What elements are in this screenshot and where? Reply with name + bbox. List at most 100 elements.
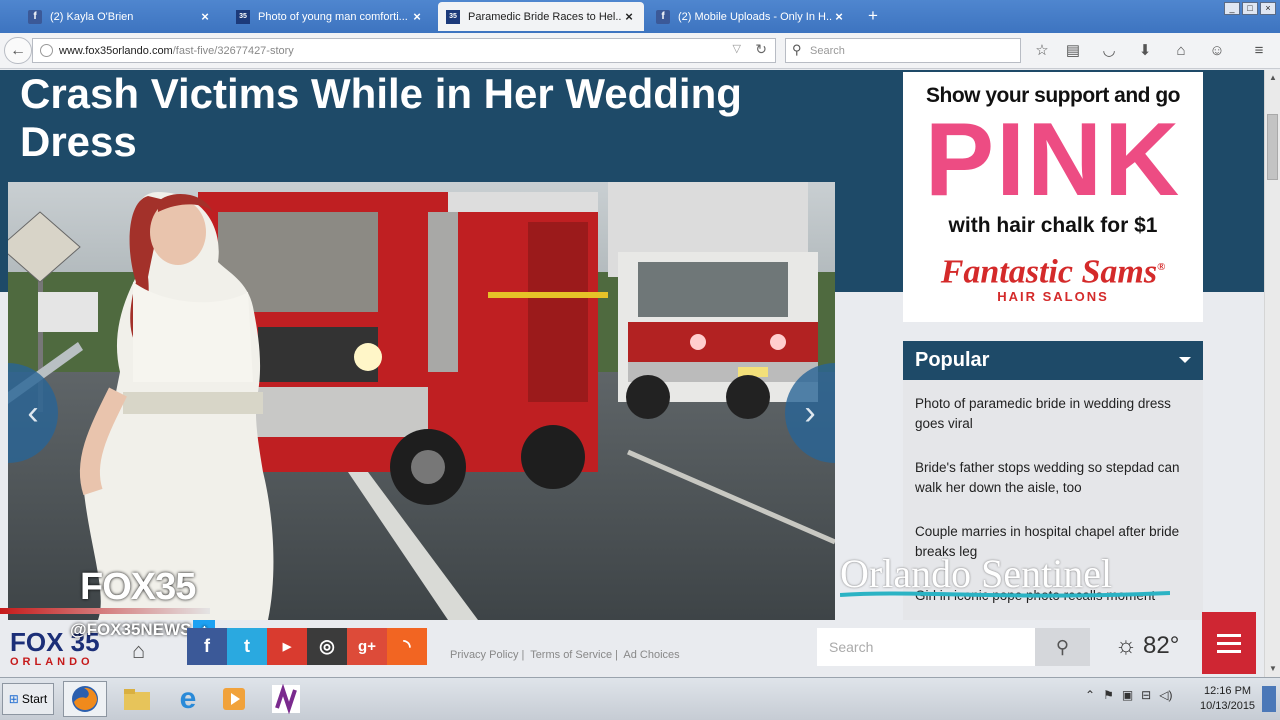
sentinel-wave [840,591,1170,598]
browser-tab-strip: f (2) Kayla O'Brien × 35 Photo of young … [0,0,1280,33]
tray-app-icon[interactable]: ▣ [1122,688,1133,702]
logo-bottom: ORLANDO [10,656,94,668]
rss-icon[interactable]: ◝ [387,628,427,665]
article-photo [8,182,835,620]
tab-photo-young-man[interactable]: 35 Photo of young man comforti... × [228,2,432,31]
taskbar-media-player[interactable] [212,681,256,717]
windows-taskbar: ⊞ Start e ⌃ ⚑ ▣ ⊟ ◁) 12:16 PM 10/13/2015 [0,677,1280,720]
hamburger-line [1217,641,1241,645]
bookmark-star-icon[interactable]: ☆ [1032,41,1052,61]
home-icon[interactable]: ⌂ [1171,41,1191,61]
tab-label: (2) Mobile Uploads - Only In H... [678,10,832,23]
terms-of-service-link[interactable]: Terms of Service [530,649,612,661]
browser-search-input[interactable]: ⚲ Search [785,38,1021,63]
taskbar-firefox[interactable] [63,681,107,717]
site-menu-button[interactable] [1202,612,1256,674]
start-button[interactable]: ⊞ Start [2,683,54,715]
media-player-icon [223,688,245,710]
show-desktop-button[interactable] [1262,686,1276,712]
instagram-icon[interactable]: ◎ [307,628,347,665]
tab-paramedic-bride[interactable]: 35 Paramedic Bride Races to Hel... × [438,2,644,31]
back-button[interactable]: ← [4,37,32,64]
reload-icon[interactable]: ↻ [755,41,767,58]
action-center-flag-icon[interactable]: ⚑ [1103,688,1114,702]
weather-widget[interactable]: ☼ 82° [1115,632,1179,660]
firefox-icon [72,686,98,712]
ad-tagline: HAIR SALONS [997,289,1109,305]
fantastic-sams-ad[interactable]: Show your support and go PINK with hair … [903,72,1203,322]
social-links: f t ▶ ◎ g+ ◝ [187,628,427,665]
scroll-up-arrow-icon[interactable]: ▲ [1266,70,1280,86]
tab-mobile-uploads[interactable]: f (2) Mobile Uploads - Only In H... × [648,2,854,31]
menu-icon[interactable]: ≡ [1249,41,1269,61]
taskbar-clock[interactable]: 12:16 PM 10/13/2015 [1200,684,1255,714]
history-dropdown-icon[interactable]: ▽ [733,42,741,55]
pocket-icon[interactable]: ◡ [1099,41,1119,61]
search-icon: ⚲ [1055,636,1070,657]
tray-expand-icon[interactable]: ⌃ [1085,688,1095,702]
facebook-icon[interactable]: f [187,628,227,665]
taskbar-internet-explorer[interactable]: e [166,681,210,717]
scrollbar-thumb[interactable] [1267,114,1278,180]
window-close-button[interactable]: × [1260,2,1276,15]
bride-fire-truck-photo [8,182,835,620]
scroll-down-arrow-icon[interactable]: ▼ [1266,661,1280,677]
article-headline: Crash Victims While in Her Wedding Dress [20,70,742,165]
popular-item[interactable]: Photo of paramedic bride in wedding dres… [915,394,1191,434]
volume-icon[interactable]: ◁) [1159,688,1172,702]
popular-item[interactable]: Bride's father stops wedding so stepdad … [915,458,1191,498]
search-placeholder: Search [810,44,845,57]
internet-explorer-icon: e [179,682,197,715]
network-icon[interactable]: ⊟ [1141,688,1151,702]
caret-down-icon [1179,357,1191,363]
start-label: Start [21,692,48,706]
browser-navbar: ← www.fox35orlando.com/fast-five/3267742… [0,33,1280,69]
youtube-icon[interactable]: ▶ [267,628,307,665]
new-tab-button[interactable]: + [862,6,884,28]
minimize-button[interactable]: _ [1224,2,1240,15]
url-path: /fast-five/32677427-story [172,44,294,57]
download-icon[interactable]: ⬇ [1135,41,1155,61]
maximize-button[interactable]: □ [1242,2,1258,15]
globe-icon [40,44,53,57]
home-icon[interactable]: ⌂ [132,638,145,664]
back-arrow-icon: ← [10,41,26,59]
chat-icon[interactable]: ☺ [1207,41,1227,61]
taskbar-explorer[interactable] [115,681,159,717]
clock-date: 10/13/2015 [1200,700,1256,712]
tab-kayla-obrien[interactable]: f (2) Kayla O'Brien × [20,2,220,31]
bookmarks-list-icon[interactable]: ▤ [1063,41,1083,61]
site-search-placeholder: Search [829,639,874,655]
close-icon[interactable]: × [832,9,846,24]
close-icon[interactable]: × [410,9,424,24]
twitter-icon[interactable]: t [227,628,267,665]
temperature: 82° [1143,632,1180,659]
page-content: Crash Victims While in Her Wedding Dress [0,70,1264,677]
search-icon: ⚲ [792,42,802,57]
fox35-watermark: FOX35 [80,566,196,608]
fox35-icon: 35 [236,9,250,24]
windows-logo-icon: ⊞ [8,692,19,706]
system-tray: ⌃ ⚑ ▣ ⊟ ◁) [1085,688,1172,702]
chevron-right-icon: › [804,393,816,432]
popular-header[interactable]: Popular [903,341,1203,380]
facebook-icon: f [28,9,42,24]
privacy-policy-link[interactable]: Privacy Policy [450,649,518,661]
ad-pink: PINK [924,102,1182,218]
taskbar-app-n[interactable] [264,681,308,717]
site-footer: FOX 35 ORLANDO @FOX35NEWSt ⌂ f t ▶ ◎ g+ … [0,612,1264,677]
ad-registered-mark: ® [1157,261,1166,273]
facebook-icon: f [656,9,670,24]
address-bar[interactable]: www.fox35orlando.com/fast-five/32677427-… [32,38,776,63]
url-host: www.fox35orlando.com [59,44,173,57]
footer-links: Privacy Policy | Terms of Service | Ad Cho… [450,649,680,661]
close-icon[interactable]: × [198,9,212,24]
folder-icon [124,689,150,710]
ad-choices-link[interactable]: Ad Choices [623,649,679,661]
site-search-button[interactable]: ⚲ [1035,628,1090,666]
close-icon[interactable]: × [622,9,636,24]
vertical-scrollbar[interactable]: ▲ ▼ [1264,70,1280,677]
google-plus-icon[interactable]: g+ [347,628,387,665]
site-search-input[interactable]: Search [817,628,1035,666]
window-controls: _ □ × [1224,2,1276,15]
